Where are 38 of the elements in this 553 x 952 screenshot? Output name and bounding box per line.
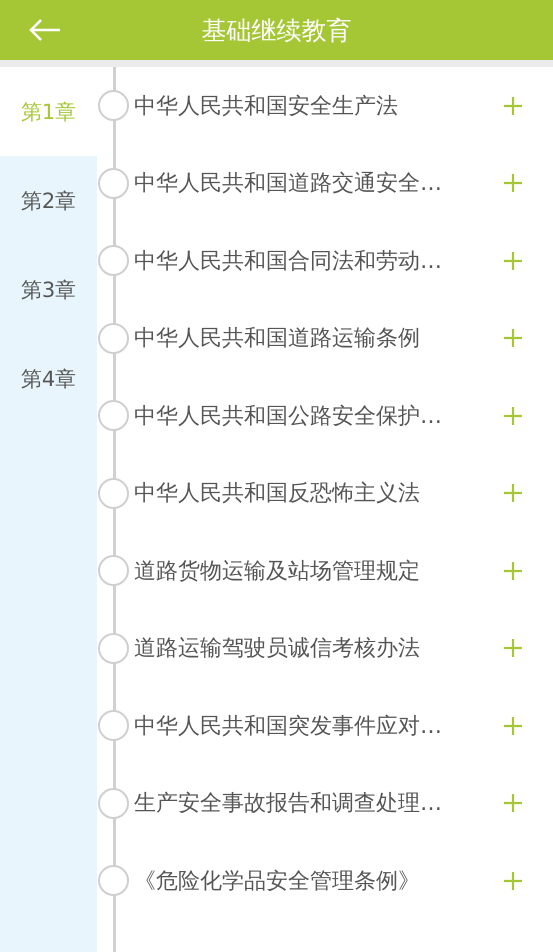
plus-icon[interactable] xyxy=(503,406,523,426)
section-title[interactable]: 中华人民共和国道路运输条例 xyxy=(134,323,503,354)
chapter-tab[interactable]: 第4章 xyxy=(0,334,97,423)
timeline-node-icon xyxy=(98,710,129,742)
plus-icon[interactable] xyxy=(503,96,523,116)
plus-icon[interactable] xyxy=(503,638,523,658)
chapter-tab[interactable]: 第2章 xyxy=(0,156,97,245)
timeline-node-icon xyxy=(98,245,129,276)
plus-icon[interactable] xyxy=(503,250,523,271)
section-title[interactable]: 道路货物运输及站场管理规定 xyxy=(134,556,503,586)
section-title[interactable]: 《危险化学品安全管理条例》 xyxy=(134,866,503,896)
section-title[interactable]: 中华人民共和国突发事件应对… xyxy=(134,710,503,741)
section-title[interactable]: 中华人民共和国合同法和劳动… xyxy=(134,246,503,276)
section-title[interactable]: 生产安全事故报告和调查处理… xyxy=(134,788,503,818)
section-title[interactable]: 中华人民共和国公路安全保护… xyxy=(134,400,503,431)
plus-icon[interactable] xyxy=(503,793,523,814)
section-title[interactable]: 中华人民共和国道路交通安全… xyxy=(134,168,503,198)
plus-icon[interactable] xyxy=(503,328,523,348)
page-title: 基础继续教育 xyxy=(202,14,352,46)
section-title[interactable]: 道路运输驾驶员诚信考核办法 xyxy=(134,633,503,664)
plus-icon[interactable] xyxy=(503,560,523,581)
timeline-node-icon xyxy=(98,632,129,664)
plus-icon[interactable] xyxy=(503,716,523,736)
section-title[interactable]: 中华人民共和国安全生产法 xyxy=(134,90,503,121)
plus-icon[interactable] xyxy=(503,870,523,891)
plus-icon[interactable] xyxy=(503,483,523,504)
timeline-node-icon xyxy=(98,400,129,432)
chapter-tab[interactable]: 第3章 xyxy=(0,245,97,334)
plus-icon[interactable] xyxy=(503,173,523,194)
timeline-node-icon xyxy=(98,168,129,199)
timeline-node-icon xyxy=(98,555,129,586)
back-arrow-icon[interactable] xyxy=(28,18,62,42)
timeline-node-icon xyxy=(98,865,129,896)
timeline-node-icon xyxy=(98,478,129,509)
section-title[interactable]: 中华人民共和国反恐怖主义法 xyxy=(134,478,503,508)
timeline-node-icon xyxy=(98,322,129,354)
timeline-node-icon xyxy=(98,90,129,122)
timeline-node-icon xyxy=(98,788,129,819)
